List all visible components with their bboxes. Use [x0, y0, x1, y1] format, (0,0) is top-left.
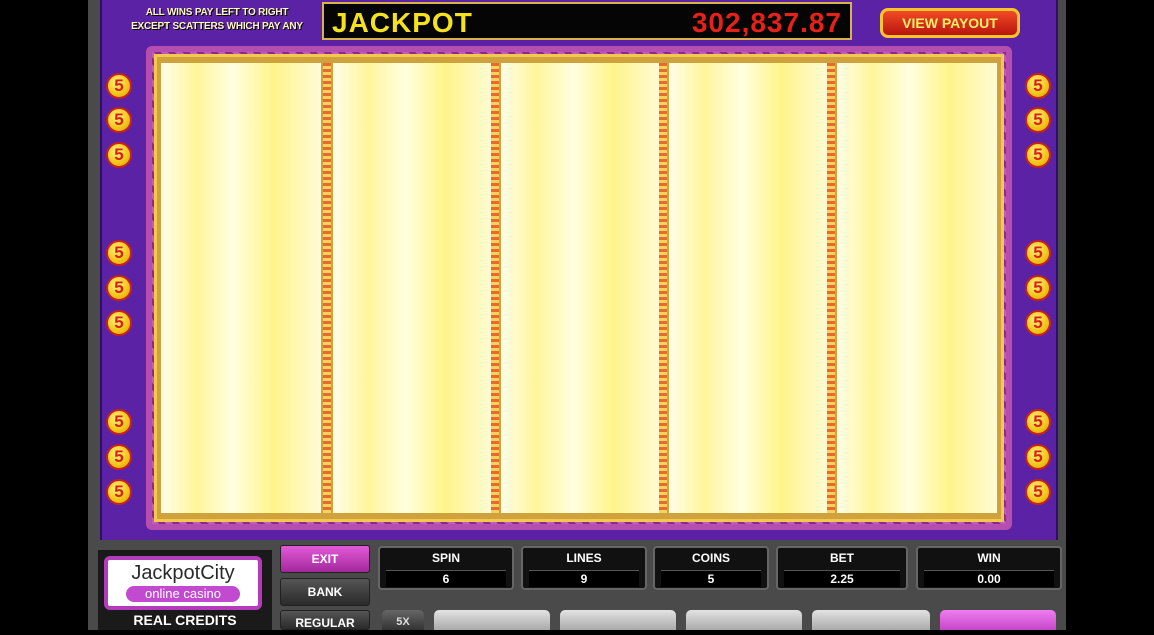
pay-rules-text: ALL WINS PAY LEFT TO RIGHT EXCEPT SCATTE…	[118, 6, 316, 34]
brand-tagline: online casino	[126, 586, 240, 602]
payline-marker-right[interactable]: 5	[1025, 409, 1051, 435]
payline-marker-right[interactable]: 5	[1025, 107, 1051, 133]
reel-2	[333, 63, 493, 513]
reel-divider	[491, 63, 499, 513]
payline-marker-right[interactable]: 5	[1025, 240, 1051, 266]
payline-marker-left[interactable]: 5	[106, 310, 132, 336]
jackpot-label: JACKPOT	[332, 7, 473, 38]
win-label: WIN	[977, 551, 1001, 565]
rules-line-1: ALL WINS PAY LEFT TO RIGHT	[145, 7, 289, 18]
payline-marker-left[interactable]: 5	[106, 142, 132, 168]
spin-label: SPIN	[431, 551, 460, 565]
spin-display: SPIN 6	[378, 546, 514, 590]
rules-line-2: EXCEPT SCATTERS WHICH PAY ANY	[131, 21, 303, 32]
coins-label: COINS	[691, 551, 730, 565]
jackpot-display: JACKPOT 302,837.87	[322, 2, 852, 40]
bet-display: BET 2.25	[776, 546, 908, 590]
win-display: WIN 0.00	[916, 546, 1062, 590]
exit-button[interactable]: EXIT	[280, 545, 370, 573]
payline-marker-left[interactable]: 5	[106, 479, 132, 505]
reel-5	[837, 63, 997, 513]
payline-marker-right[interactable]: 5	[1025, 142, 1051, 168]
reel-divider	[827, 63, 835, 513]
payline-marker-left[interactable]: 5	[106, 73, 132, 99]
brand-panel: JackpotCity online casino REAL CREDITS	[98, 550, 272, 630]
win-value: 0.00	[924, 570, 1054, 587]
lines-display: LINES 9	[521, 546, 647, 590]
payline-marker-left[interactable]: 5	[106, 409, 132, 435]
select-coins-button[interactable]	[686, 610, 802, 630]
coins-value: 5	[661, 570, 761, 587]
jackpot-value: 302,837.87	[691, 7, 842, 38]
bet-value: 2.25	[784, 570, 900, 587]
credit-mode-label: REAL CREDITS	[133, 612, 237, 628]
payline-marker-left[interactable]: 5	[106, 240, 132, 266]
multiplier-button[interactable]: 5X	[382, 610, 424, 630]
lines-value: 9	[529, 570, 639, 587]
auto-button[interactable]	[434, 610, 550, 630]
reel-4	[669, 63, 829, 513]
reel-1	[161, 63, 321, 513]
bank-button[interactable]: BANK	[280, 578, 370, 606]
spin-value: 6	[386, 570, 506, 587]
reel-divider	[659, 63, 667, 513]
reel-window	[154, 54, 1004, 522]
payline-marker-left[interactable]: 5	[106, 444, 132, 470]
coins-display: COINS 5	[653, 546, 769, 590]
payline-marker-left[interactable]: 5	[106, 107, 132, 133]
payline-marker-right[interactable]: 5	[1025, 73, 1051, 99]
view-payout-button[interactable]: VIEW PAYOUT	[880, 8, 1020, 38]
select-lines-button[interactable]	[560, 610, 676, 630]
bet-label: BET	[830, 551, 854, 565]
payline-marker-right[interactable]: 5	[1025, 310, 1051, 336]
brand-name: JackpotCity	[131, 562, 235, 584]
payline-marker-right[interactable]: 5	[1025, 479, 1051, 505]
spin-button[interactable]	[940, 610, 1056, 630]
reel-divider	[323, 63, 331, 513]
payline-marker-right[interactable]: 5	[1025, 444, 1051, 470]
bet-button[interactable]	[812, 610, 930, 630]
payline-marker-left[interactable]: 5	[106, 275, 132, 301]
payline-marker-right[interactable]: 5	[1025, 275, 1051, 301]
lines-label: LINES	[566, 551, 602, 565]
jackpotcity-logo: JackpotCity online casino	[104, 556, 262, 610]
reel-3	[501, 63, 661, 513]
regular-button[interactable]: REGULAR	[280, 610, 370, 630]
